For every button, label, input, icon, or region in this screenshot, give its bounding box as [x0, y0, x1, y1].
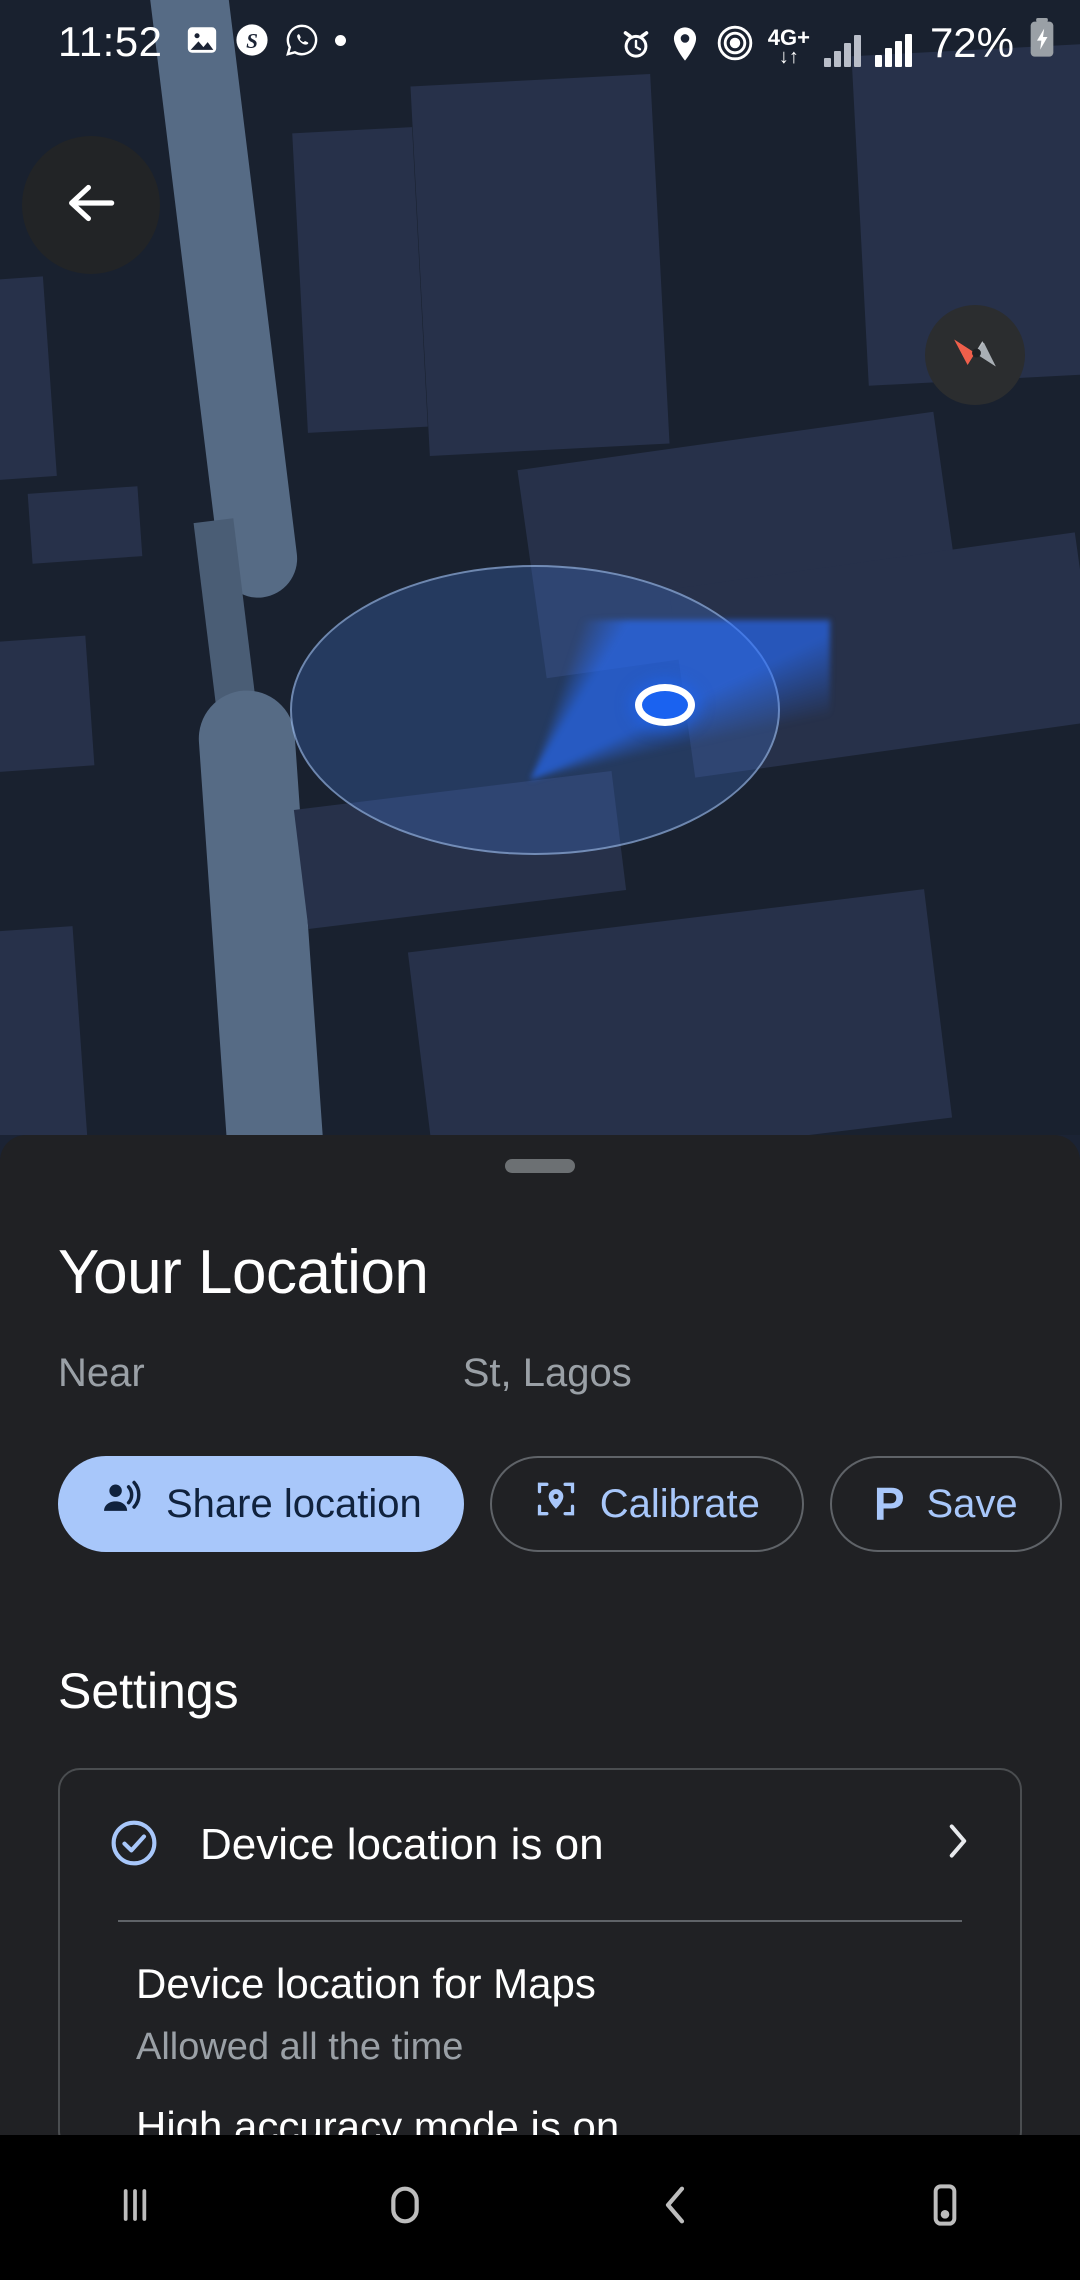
calibrate-button[interactable]: Calibrate: [489, 1456, 804, 1552]
calibrate-label: Calibrate: [599, 1481, 760, 1526]
calibrate-scan-pin-icon: [534, 1477, 578, 1531]
alarm-icon: [618, 26, 654, 67]
redacted-street-name: [145, 1344, 463, 1386]
network-type-indicator: 4G+ ↓↑: [768, 26, 810, 68]
device-location-status-row[interactable]: Device location is on: [60, 1770, 1020, 1920]
map-building: [410, 73, 670, 457]
recents-icon: [107, 2177, 163, 2238]
phone-screen: 11:52 S 4G+ ↓↑ 72% Your Location Near St…: [0, 0, 1080, 2280]
status-bar: 11:52 S 4G+ ↓↑ 72%: [0, 0, 1080, 84]
compass-button[interactable]: [925, 305, 1025, 405]
home-button[interactable]: [330, 2135, 480, 2280]
map-building: [0, 926, 88, 1135]
near-address: Near St, Lagos: [58, 1344, 1080, 1396]
status-right-icons: 4G+ ↓↑ 72%: [618, 17, 1056, 68]
recents-button[interactable]: [60, 2135, 210, 2280]
svg-text:S: S: [246, 28, 258, 52]
share-location-label: Share location: [166, 1481, 422, 1526]
back-button-nav[interactable]: [600, 2135, 750, 2280]
signal-bars-sim1: [823, 33, 861, 67]
compass-icon: [938, 316, 1012, 395]
save-parking-label: Save: [926, 1481, 1018, 1526]
location-pin-icon: [668, 26, 702, 67]
share-location-button[interactable]: Share location: [58, 1456, 464, 1552]
user-location-dot[interactable]: [635, 684, 695, 726]
device-location-permission-row[interactable]: Device location for Maps Allowed all the…: [60, 1922, 1020, 2069]
location-bottom-sheet[interactable]: Your Location Near St, Lagos Share locat…: [0, 1135, 1080, 2135]
chevron-right-icon: [940, 1816, 976, 1875]
save-parking-button[interactable]: P Save: [829, 1456, 1062, 1552]
back-button[interactable]: [22, 136, 160, 274]
hotspot-icon: [716, 24, 754, 67]
settings-header: Settings: [58, 1663, 239, 1719]
status-left-icons: S: [185, 23, 346, 62]
drag-handle[interactable]: [505, 1159, 575, 1173]
page-title: Your Location: [58, 1238, 429, 1307]
near-prefix: Near: [58, 1351, 145, 1395]
action-chip-row[interactable]: Share location Calibrate P Save: [58, 1456, 1080, 1552]
battery-charging-icon: [1028, 17, 1056, 63]
map-canvas[interactable]: [0, 0, 1080, 1135]
whatsapp-icon: [285, 23, 319, 62]
photos-icon: [185, 23, 219, 62]
parking-p-icon: P: [873, 1478, 905, 1530]
map-building: [27, 486, 143, 564]
map-building: [292, 127, 428, 433]
battery-percent: 72%: [929, 18, 1014, 66]
arrow-left-icon: [60, 172, 122, 239]
dot-icon: [334, 34, 346, 46]
permission-title: Device location for Maps: [136, 1960, 596, 2007]
device-icon: [917, 2177, 973, 2238]
s-app-icon: S: [235, 23, 269, 62]
share-location-icon: [100, 1477, 144, 1531]
permission-subtitle: Allowed all the time: [136, 2026, 464, 2068]
map-building: [0, 635, 95, 775]
home-icon: [377, 2177, 433, 2238]
system-nav-bar[interactable]: [0, 2135, 1080, 2280]
near-suffix: St, Lagos: [462, 1351, 632, 1395]
check-circle-icon: [108, 1817, 160, 1874]
device-button[interactable]: [870, 2135, 1020, 2280]
signal-bars-sim2: [874, 33, 912, 67]
device-location-status-label: Device location is on: [200, 1820, 604, 1869]
status-clock: 11:52: [58, 18, 163, 65]
settings-card: Device location is on Device location fo…: [58, 1768, 1022, 2135]
back-icon: [647, 2177, 703, 2238]
data-arrows: ↓↑: [778, 45, 799, 68]
third-row-partial[interactable]: High accuracy mode is on: [60, 2069, 1020, 2135]
